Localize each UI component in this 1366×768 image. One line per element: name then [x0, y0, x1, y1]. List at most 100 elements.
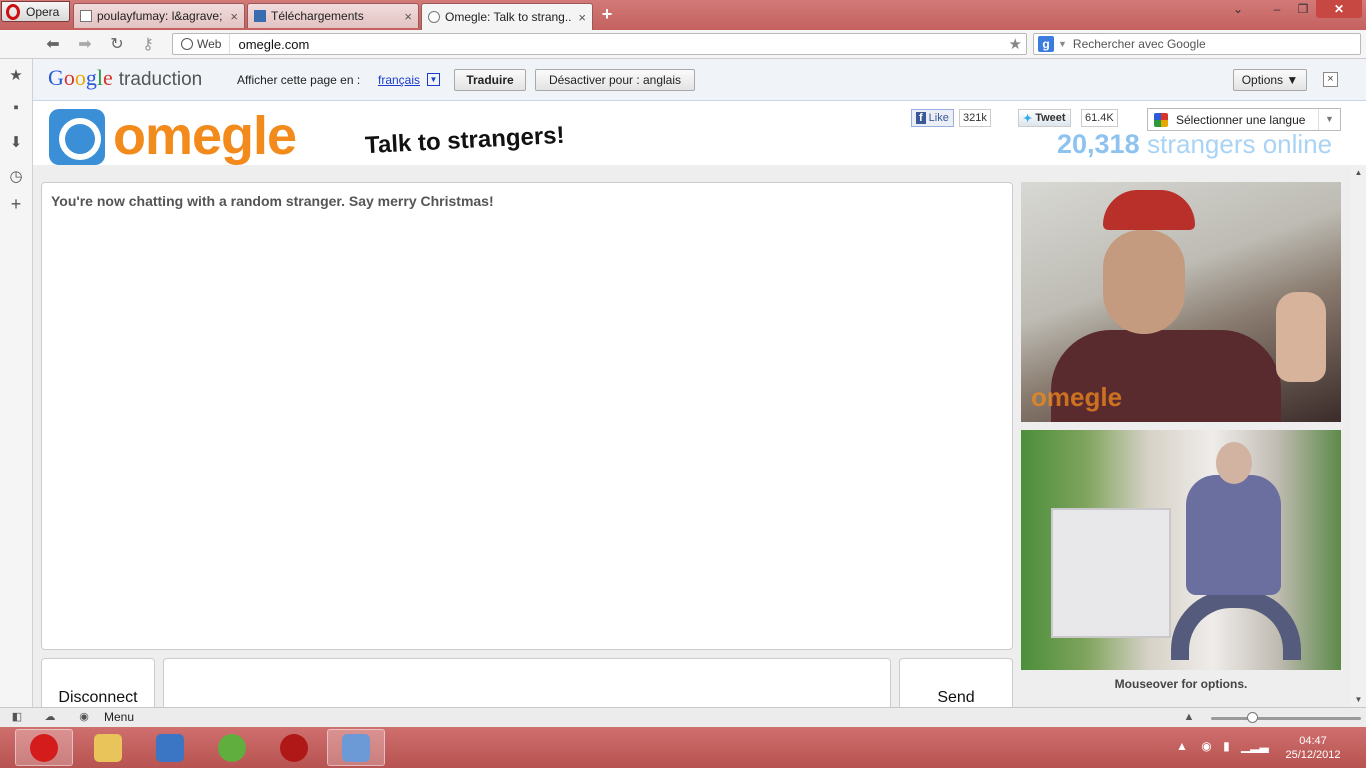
- opera-icon: [30, 733, 58, 762]
- stranger-video[interactable]: omegle: [1021, 182, 1341, 422]
- address-bar[interactable]: Web omegle.com ★: [172, 33, 1027, 55]
- scroll-down-icon[interactable]: ▼: [1351, 692, 1366, 707]
- omegle-favicon-icon: [428, 11, 440, 23]
- tray-signal-icon[interactable]: ▁▂▃: [1241, 739, 1269, 753]
- tab-telechargements[interactable]: Téléchargements ×: [247, 3, 419, 28]
- close-window-icon[interactable]: ✕: [1316, 0, 1362, 18]
- translate-button[interactable]: Traduire: [454, 69, 526, 91]
- url-text[interactable]: omegle.com: [230, 37, 309, 52]
- omegle-page: omegle Talk to strangers! f Like 321k ✦ …: [33, 101, 1366, 707]
- zoom-slider-thumb[interactable]: [1247, 712, 1258, 723]
- chevron-down-icon[interactable]: ▼: [1318, 109, 1340, 130]
- tray-battery-icon[interactable]: ▮: [1223, 739, 1230, 753]
- tab-close-icon[interactable]: ×: [404, 9, 412, 24]
- tab-title: Téléchargements: [271, 9, 364, 23]
- taskbar-opera[interactable]: [15, 729, 73, 766]
- notes-icon[interactable]: ▪: [7, 99, 25, 117]
- language-select[interactable]: Sélectionner une langue ▼: [1147, 108, 1341, 131]
- taskbar-shutdown[interactable]: [265, 729, 323, 766]
- tweet-button[interactable]: ✦ Tweet: [1018, 109, 1071, 127]
- windows-taskbar: ▲ ◉ ▮ ▁▂▃ 04:47 25/12/2012: [0, 727, 1366, 768]
- side-panel: ★ ▪ ⬇ ◷ +: [0, 59, 33, 707]
- translate-prompt: Afficher cette page en :: [237, 73, 361, 87]
- zoom-slider[interactable]: [1211, 717, 1361, 720]
- facebook-like-count: 321k: [959, 109, 991, 127]
- send-button[interactable]: Send: [899, 658, 1013, 707]
- restore-icon[interactable]: ❐: [1290, 0, 1316, 18]
- panel-toggle-icon[interactable]: ◧: [10, 710, 24, 724]
- reload-icon[interactable]: ↻: [107, 35, 127, 55]
- facebook-icon: f: [916, 112, 926, 124]
- clock-time: 04:47: [1299, 735, 1327, 747]
- bookmarks-star-icon[interactable]: ★: [7, 67, 25, 85]
- google-search-icon[interactable]: g: [1038, 36, 1054, 52]
- browser-titlebar: Opera poulayfumay: l&agrave; × Télécharg…: [0, 0, 1366, 30]
- translate-close-icon[interactable]: ×: [1323, 72, 1338, 87]
- new-tab-button[interactable]: +: [598, 5, 616, 23]
- omegle-logo-text[interactable]: omegle: [113, 105, 297, 167]
- status-menu[interactable]: Menu: [104, 710, 134, 724]
- search-field[interactable]: g ▼ Rechercher avec Google: [1033, 33, 1361, 55]
- network-app-icon: [342, 733, 370, 762]
- omegle-logo-icon[interactable]: [49, 109, 105, 165]
- omegle-header: omegle Talk to strangers! f Like 321k ✦ …: [33, 101, 1366, 167]
- taskbar-network[interactable]: [327, 729, 385, 766]
- web-badge[interactable]: Web: [173, 34, 231, 54]
- video-options-caption: Mouseover for options.: [1114, 677, 1248, 691]
- history-clock-icon[interactable]: ◷: [7, 168, 25, 186]
- add-panel-icon[interactable]: +: [7, 195, 25, 213]
- minimize-icon[interactable]: –: [1264, 0, 1290, 18]
- tab-poulayfumay[interactable]: poulayfumay: l&agrave; ×: [73, 3, 245, 28]
- tab-close-icon[interactable]: ×: [578, 10, 586, 25]
- tab-list-chevron-icon[interactable]: ⌄: [1230, 0, 1246, 18]
- online-label: strangers online: [1147, 129, 1333, 159]
- twitter-bird-icon: ✦: [1023, 112, 1033, 125]
- disconnect-button[interactable]: Disconnect: [41, 658, 155, 707]
- clock[interactable]: 04:47 25/12/2012: [1282, 734, 1344, 762]
- page-scrollbar[interactable]: ▲ ▼: [1351, 165, 1366, 707]
- google-icon: [1154, 112, 1168, 127]
- taskbar-control-panel[interactable]: [141, 729, 199, 766]
- tab-title: poulayfumay: l&agrave;: [97, 9, 223, 23]
- taskbar-messenger[interactable]: [203, 729, 261, 766]
- tab-close-icon[interactable]: ×: [230, 9, 238, 24]
- view-up-icon[interactable]: ▲: [1182, 710, 1196, 724]
- translate-language-link[interactable]: français: [378, 73, 420, 87]
- globe-icon: [181, 38, 193, 50]
- chat-log[interactable]: You're now chatting with a random strang…: [41, 182, 1013, 650]
- forward-icon[interactable]: ➡: [75, 35, 95, 55]
- opera-menu-button[interactable]: Opera: [1, 1, 70, 22]
- disable-translation-button[interactable]: Désactiver pour : anglais: [535, 69, 695, 91]
- tray-expand-icon[interactable]: ▲: [1176, 739, 1188, 753]
- language-select-label: Sélectionner une langue: [1176, 112, 1306, 127]
- back-icon[interactable]: ⬅: [43, 35, 63, 55]
- translate-options-button[interactable]: Options ▼: [1233, 69, 1307, 91]
- tweet-count: 61.4K: [1081, 109, 1118, 127]
- power-icon: [280, 733, 308, 762]
- bookmark-star-icon[interactable]: ★: [1009, 35, 1022, 53]
- web-badge-label: Web: [197, 37, 222, 51]
- google-translate-bar: Google traduction Afficher cette page en …: [33, 59, 1366, 101]
- cloud-icon[interactable]: ☁: [43, 710, 57, 724]
- page-icon: [80, 10, 92, 22]
- self-video[interactable]: [1021, 430, 1341, 670]
- settings-app-icon: [156, 733, 184, 762]
- tab-omegle[interactable]: Omegle: Talk to strang... ×: [421, 3, 593, 30]
- facebook-like-button[interactable]: f Like: [911, 109, 954, 127]
- tray-antivirus-icon[interactable]: ◉: [1201, 739, 1211, 753]
- online-count: 20,318: [1057, 129, 1140, 159]
- key-icon[interactable]: ⚷: [138, 35, 158, 55]
- downloads-icon[interactable]: ⬇: [7, 134, 25, 152]
- chat-message-input[interactable]: [163, 658, 891, 707]
- scroll-up-icon[interactable]: ▲: [1351, 165, 1366, 180]
- search-engine-chevron-icon[interactable]: ▼: [1058, 39, 1067, 49]
- translate-product-label: traduction: [118, 69, 203, 90]
- speed-dial-icon[interactable]: ◉: [77, 710, 91, 724]
- facebook-like-label: Like: [928, 112, 949, 124]
- video-watermark: omegle: [1031, 382, 1123, 412]
- taskbar-explorer[interactable]: [79, 729, 137, 766]
- google-translate-logo: Google traduction: [48, 65, 203, 90]
- navigation-toolbar: ⬅ ➡ ↻ ⚷ Web omegle.com ★ g ▼ Rechercher …: [0, 30, 1366, 59]
- search-placeholder: Rechercher avec Google: [1072, 37, 1206, 51]
- language-dropdown-icon[interactable]: ▼: [427, 73, 440, 86]
